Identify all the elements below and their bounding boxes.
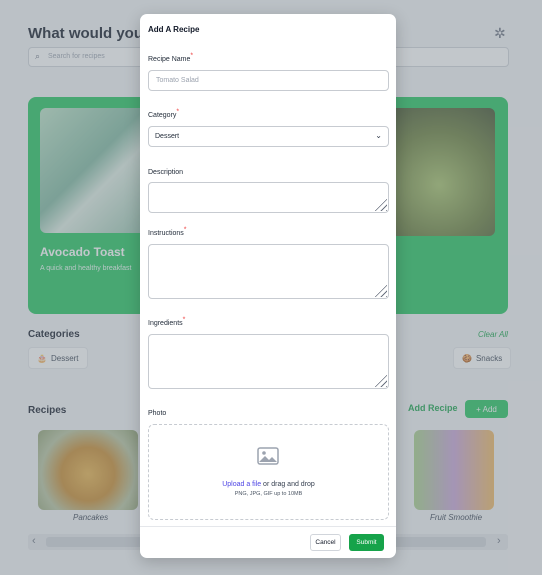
recipe-name-label: Recipe Name* [148, 52, 194, 63]
description-textarea[interactable] [148, 182, 389, 213]
photo-dropzone[interactable]: Upload a file or drag and drop PNG, JPG,… [148, 424, 389, 520]
submit-button[interactable]: Submit [349, 534, 384, 551]
instructions-label: Instructions* [148, 226, 187, 237]
recipe-name-input[interactable]: Tomato Salad [148, 70, 389, 91]
description-label: Description [148, 169, 184, 176]
required-mark: * [176, 108, 180, 116]
category-select[interactable]: Dessert ⌄ [148, 126, 389, 147]
chevron-down-icon: ⌄ [375, 131, 382, 140]
ingredients-textarea[interactable] [148, 334, 389, 389]
add-recipe-modal: Add A Recipe Recipe Name* Tomato Salad C… [140, 14, 396, 558]
required-mark: * [182, 316, 186, 324]
cancel-button[interactable]: Cancel [310, 534, 341, 551]
resize-handle-icon[interactable] [373, 373, 387, 387]
required-mark: * [183, 226, 187, 234]
category-label: Category* [148, 108, 180, 119]
modal-title: Add A Recipe [148, 25, 200, 34]
resize-handle-icon[interactable] [373, 197, 387, 211]
upload-instructions: Upload a file or drag and drop [222, 481, 315, 488]
ingredients-label: Ingredients* [148, 316, 186, 327]
footer-divider [140, 526, 396, 527]
upload-hint: PNG, JPG, GIF up to 10MB [234, 491, 303, 497]
resize-handle-icon[interactable] [373, 283, 387, 297]
instructions-textarea[interactable] [148, 244, 389, 299]
category-value: Dessert [155, 133, 180, 140]
required-mark: * [190, 52, 194, 60]
image-icon [257, 447, 279, 465]
photo-label: Photo [148, 410, 167, 417]
upload-file-link[interactable]: Upload a file [222, 481, 261, 488]
